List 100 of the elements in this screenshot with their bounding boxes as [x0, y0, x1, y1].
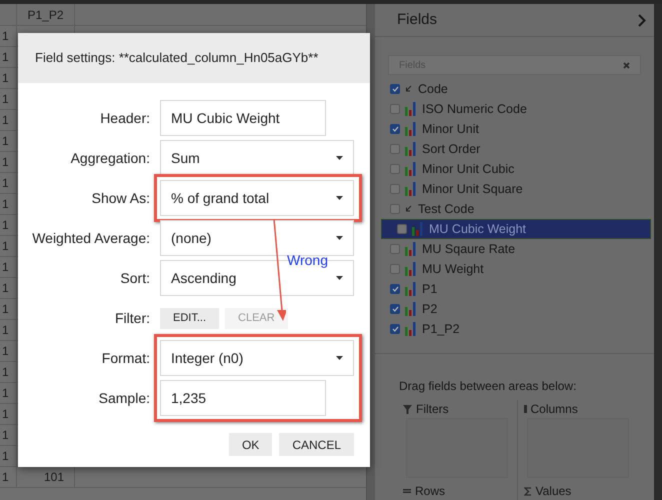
- close-icon[interactable]: [623, 62, 630, 69]
- area-label: Rows: [415, 483, 446, 500]
- checkbox[interactable]: [390, 184, 400, 194]
- table-cell: 1: [0, 425, 17, 445]
- area-label: Values: [536, 483, 572, 500]
- text-field[interactable]: MU Cubic Weight: [160, 100, 326, 136]
- checkbox[interactable]: [390, 284, 400, 294]
- checkbox[interactable]: [390, 164, 400, 174]
- table-cell: 1: [0, 278, 17, 298]
- field-item[interactable]: P1_P2: [375, 319, 654, 339]
- dropdown[interactable]: Integer (n0): [160, 340, 354, 376]
- field-name: Test Code: [418, 200, 474, 218]
- bar-chart-icon: [405, 282, 417, 296]
- field-label: Sort:: [120, 268, 150, 288]
- field-name: Minor Unit Square: [422, 180, 523, 198]
- field-item[interactable]: Minor Unit: [375, 119, 654, 139]
- field-label: Weighted Average:: [32, 228, 150, 248]
- table-cell: 1: [0, 257, 17, 277]
- arrow-icon: [405, 205, 413, 213]
- drag-hint: Drag fields between areas below:: [399, 379, 576, 393]
- field-label: Sample:: [98, 388, 150, 408]
- field-item[interactable]: ISO Numeric Code: [375, 99, 654, 119]
- checkbox[interactable]: [390, 84, 400, 94]
- field-name: MU Sqaure Rate: [422, 240, 516, 258]
- table-cell: 1: [0, 362, 17, 382]
- table-cell: 1: [0, 383, 17, 403]
- table-cell: 1: [0, 404, 17, 424]
- table-cell: 1: [0, 173, 17, 193]
- funnel-icon: [403, 404, 412, 414]
- checkbox[interactable]: [390, 104, 400, 114]
- chevron-right-icon[interactable]: [638, 14, 646, 27]
- dialog-title: Field settings: **calculated_column_Hn05aGYb**: [35, 49, 318, 68]
- table-cell: 1: [0, 215, 17, 235]
- dialog-button[interactable]: CANCEL: [279, 433, 354, 456]
- column-header: P1_P2: [17, 4, 75, 25]
- bar-chart-icon: [405, 162, 417, 176]
- checkbox[interactable]: [390, 244, 400, 254]
- table-cell: 1: [0, 152, 17, 172]
- checkbox[interactable]: [390, 124, 400, 134]
- arrow-icon: [405, 85, 413, 93]
- table-cell: 1: [0, 68, 17, 88]
- field-item[interactable]: Code: [375, 79, 654, 99]
- table-cell: 1: [0, 110, 17, 130]
- field-label: Aggregation:: [70, 148, 150, 168]
- field-name: P2: [422, 300, 438, 318]
- sigma-icon: [524, 486, 532, 496]
- table-cell: 1: [0, 236, 17, 256]
- field-item[interactable]: P1: [375, 279, 654, 299]
- dialog-button[interactable]: OK: [228, 433, 272, 456]
- field-item[interactable]: Minor Unit Cubic: [375, 159, 654, 179]
- field-name: Code: [418, 80, 448, 98]
- bar-chart-icon: [405, 322, 417, 336]
- bar-chart-icon: [405, 302, 417, 316]
- checkbox[interactable]: [390, 204, 400, 214]
- field-item[interactable]: Test Code: [375, 199, 654, 219]
- bar-chart-icon: [405, 262, 417, 276]
- area-label: Filters: [416, 401, 449, 418]
- filter-button[interactable]: EDIT...: [160, 308, 220, 328]
- area-label: Columns: [530, 401, 578, 418]
- table-cell: 1: [0, 89, 17, 109]
- field-item[interactable]: P2: [375, 299, 654, 319]
- field-name: Minor Unit: [422, 120, 479, 138]
- dropdown[interactable]: (none): [160, 220, 354, 256]
- caret-icon: [336, 196, 343, 200]
- table-cell: 1: [0, 320, 17, 340]
- table-cell: 1: [0, 131, 17, 151]
- field-name: MU Weight: [422, 260, 484, 278]
- table-cell-text: 101: [44, 469, 64, 486]
- field-name: Minor Unit Cubic: [422, 160, 514, 178]
- column-icon: [524, 405, 526, 413]
- table-cell: 1: [0, 47, 17, 67]
- field-name: P1: [422, 280, 438, 298]
- field-item[interactable]: Minor Unit Square: [375, 179, 654, 199]
- field-item[interactable]: MU Sqaure Rate: [375, 239, 654, 259]
- field-item[interactable]: MU Weight: [375, 259, 654, 279]
- field-name: MU Cubic Weight: [429, 220, 526, 238]
- checkbox[interactable]: [390, 304, 400, 314]
- field-label: Filter:: [115, 308, 150, 328]
- rows-icon: [403, 489, 411, 493]
- dropdown[interactable]: % of grand total: [160, 180, 354, 216]
- caret-icon: [336, 156, 343, 160]
- text-field[interactable]: 1,235: [160, 380, 326, 416]
- panel-title: Fields: [397, 10, 438, 30]
- checkbox[interactable]: [390, 324, 400, 334]
- bar-chart-icon: [412, 222, 424, 236]
- caret-icon: [336, 236, 343, 240]
- bar-chart-icon: [405, 102, 417, 116]
- field-label: Show As:: [92, 188, 150, 208]
- checkbox[interactable]: [390, 264, 400, 274]
- checkbox[interactable]: [390, 144, 400, 154]
- dropdown[interactable]: Sum: [160, 140, 354, 176]
- field-name: ISO Numeric Code: [422, 100, 527, 118]
- field-item[interactable]: MU Cubic Weight: [381, 219, 651, 239]
- checkbox[interactable]: [397, 224, 407, 234]
- bar-chart-icon: [405, 182, 417, 196]
- bar-chart-icon: [405, 142, 417, 156]
- field-item[interactable]: Sort Order: [375, 139, 654, 159]
- table-cell: 1: [0, 26, 17, 46]
- bar-chart-icon: [405, 242, 417, 256]
- caret-icon: [336, 276, 343, 280]
